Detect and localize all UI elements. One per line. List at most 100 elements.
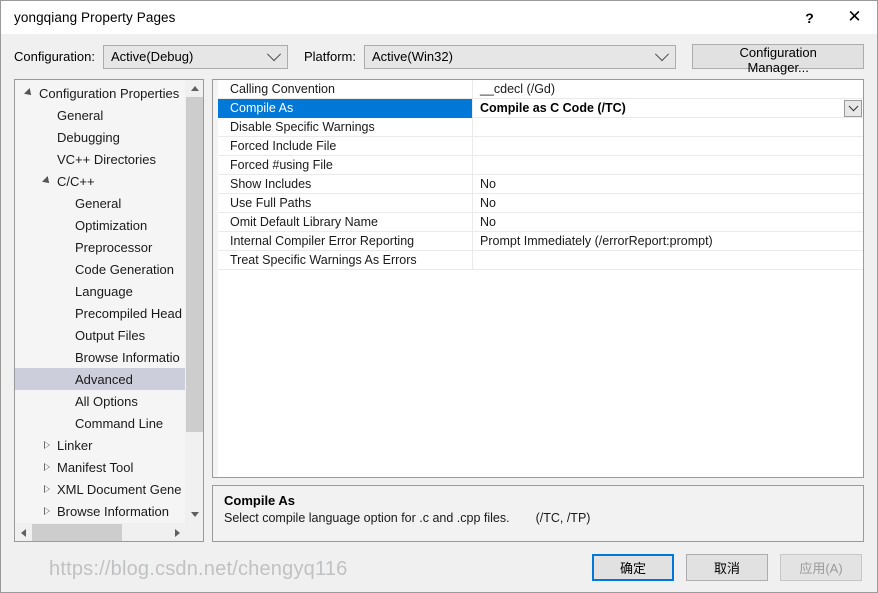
scroll-up-arrow-icon[interactable]: [186, 80, 203, 97]
tree-item-label: Debugging: [57, 129, 120, 145]
property-empty-row: [218, 384, 863, 403]
property-row[interactable]: Treat Specific Warnings As Errors: [218, 250, 863, 270]
tree-item-browse-information[interactable]: Browse Information: [15, 500, 185, 522]
dialog-footer: https://blog.csdn.net/chengyq116 确定 取消 应…: [1, 542, 877, 592]
property-row[interactable]: Show Includes No: [218, 174, 863, 194]
tree-item-configuration-properties[interactable]: Configuration Properties: [15, 82, 185, 104]
scroll-right-arrow-icon[interactable]: [169, 524, 186, 541]
tree-item-code-generation[interactable]: Code Generation: [15, 258, 185, 280]
close-x-icon[interactable]: ✕: [832, 1, 877, 34]
tree-item-optimization[interactable]: Optimization: [15, 214, 185, 236]
property-row[interactable]: Forced #using File: [218, 155, 863, 175]
configuration-value: Active(Debug): [110, 49, 194, 64]
ok-button[interactable]: 确定: [592, 553, 674, 581]
property-empty-row: [218, 441, 863, 460]
apply-button[interactable]: 应用(A): [780, 553, 862, 581]
property-empty-row: [218, 422, 863, 441]
tree-item-vc-directories[interactable]: VC++ Directories: [15, 148, 185, 170]
configuration-toolbar: Configuration: Active(Debug) Platform: A…: [1, 34, 877, 79]
tree-item-linker[interactable]: Linker: [15, 434, 185, 456]
property-pages-dialog: yongqiang Property Pages ? ✕ Configurati…: [0, 0, 878, 593]
property-value[interactable]: [473, 156, 863, 175]
tree-item-language[interactable]: Language: [15, 280, 185, 302]
property-row[interactable]: Omit Default Library Name No: [218, 212, 863, 232]
triangle-expanded-icon[interactable]: [21, 88, 37, 98]
watermark: https://blog.csdn.net/chengyq116: [49, 558, 348, 580]
property-value[interactable]: [473, 251, 863, 270]
property-value[interactable]: Prompt Immediately (/errorReport:prompt): [473, 232, 863, 251]
property-value[interactable]: Compile as C Code (/TC): [473, 99, 844, 118]
tree-item-preprocessor[interactable]: Preprocessor: [15, 236, 185, 258]
tree-vscroll-thumb[interactable]: [186, 97, 203, 433]
description-body: Select compile language option for .c an…: [224, 511, 852, 525]
tree-item-label: Precompiled Head: [75, 305, 182, 321]
property-empty-row: [218, 270, 863, 289]
tree-item-label: Browse Informatio: [75, 349, 180, 365]
tree-item-label: Linker: [57, 437, 93, 453]
property-name: Disable Specific Warnings: [218, 117, 473, 137]
tree-item-c-c[interactable]: C/C++: [15, 170, 185, 192]
tree-item-label: Language: [75, 283, 133, 299]
property-row[interactable]: Calling Convention __cdecl (/Gd): [218, 80, 863, 99]
property-name: Treat Specific Warnings As Errors: [218, 250, 473, 270]
property-row[interactable]: Forced Include File: [218, 136, 863, 156]
scroll-left-arrow-icon[interactable]: [15, 524, 32, 541]
property-empty-row: [218, 365, 863, 384]
property-name: Forced Include File: [218, 136, 473, 156]
help-question-icon[interactable]: ?: [787, 1, 832, 34]
property-row[interactable]: Disable Specific Warnings: [218, 117, 863, 137]
tree-item-precompiled-head[interactable]: Precompiled Head: [15, 302, 185, 324]
property-value[interactable]: [473, 118, 863, 137]
properties-tree[interactable]: Configuration Properties General Debugging…: [15, 80, 185, 523]
tree-item-build-events[interactable]: Build Events: [15, 522, 185, 523]
property-value[interactable]: [473, 137, 863, 156]
tree-item-manifest-tool[interactable]: Manifest Tool: [15, 456, 185, 478]
property-grid[interactable]: Calling Convention __cdecl (/Gd) Compile A…: [212, 79, 864, 478]
right-column: Calling Convention __cdecl (/Gd) Compile A…: [212, 79, 864, 542]
tree-item-command-line[interactable]: Command Line: [15, 412, 185, 434]
platform-select[interactable]: Active(Win32): [364, 44, 677, 69]
tree-hscroll-track[interactable]: [32, 524, 169, 541]
window-controls: ? ✕: [787, 1, 877, 34]
property-value[interactable]: __cdecl (/Gd): [473, 80, 863, 99]
description-switches: (/TC, /TP): [535, 511, 591, 525]
tree-item-label: Command Line: [75, 415, 164, 431]
tree-item-general[interactable]: General: [15, 192, 185, 214]
property-name: Calling Convention: [218, 80, 473, 99]
tree-item-advanced[interactable]: Advanced: [15, 368, 185, 390]
tree-vscroll-track[interactable]: [186, 97, 203, 506]
tree-item-output-files[interactable]: Output Files: [15, 324, 185, 346]
property-grid-rows: Calling Convention __cdecl (/Gd) Compile A…: [218, 80, 863, 477]
cancel-button[interactable]: 取消: [686, 553, 768, 581]
tree-hscroll-thumb[interactable]: [32, 524, 123, 541]
configuration-select[interactable]: Active(Debug): [102, 44, 288, 69]
chevron-down-icon[interactable]: [844, 99, 862, 117]
property-name: Forced #using File: [218, 155, 473, 175]
property-value[interactable]: No: [473, 175, 863, 194]
tree-horizontal-scrollbar[interactable]: [15, 523, 203, 541]
property-row[interactable]: Use Full Paths No: [218, 193, 863, 213]
tree-item-general[interactable]: General: [15, 104, 185, 126]
tree-item-label: Manifest Tool: [57, 459, 134, 475]
tree-item-label: Browse Information: [57, 503, 169, 519]
property-value[interactable]: No: [473, 194, 863, 213]
triangle-expanded-icon[interactable]: [39, 176, 55, 186]
triangle-collapsed-icon[interactable]: [39, 506, 55, 515]
tree-item-browse-informatio[interactable]: Browse Informatio: [15, 346, 185, 368]
property-row[interactable]: Compile As Compile as C Code (/TC): [218, 98, 863, 118]
tree-item-label: Advanced: [75, 371, 133, 387]
triangle-collapsed-icon[interactable]: [39, 440, 55, 449]
tree-item-label: Optimization: [75, 217, 148, 233]
property-value[interactable]: No: [473, 213, 863, 232]
tree-item-xml-document-gene[interactable]: XML Document Gene: [15, 478, 185, 500]
tree-item-all-options[interactable]: All Options: [15, 390, 185, 412]
property-row[interactable]: Internal Compiler Error Reporting Prompt …: [218, 231, 863, 251]
triangle-collapsed-icon[interactable]: [39, 484, 55, 493]
scroll-down-arrow-icon[interactable]: [186, 506, 203, 523]
close-glyph: ✕: [847, 7, 862, 27]
triangle-collapsed-icon[interactable]: [39, 462, 55, 471]
tree-item-debugging[interactable]: Debugging: [15, 126, 185, 148]
tree-vertical-scrollbar[interactable]: [185, 80, 203, 523]
property-empty-row: [218, 327, 863, 346]
configuration-manager-button[interactable]: Configuration Manager...: [692, 44, 864, 75]
